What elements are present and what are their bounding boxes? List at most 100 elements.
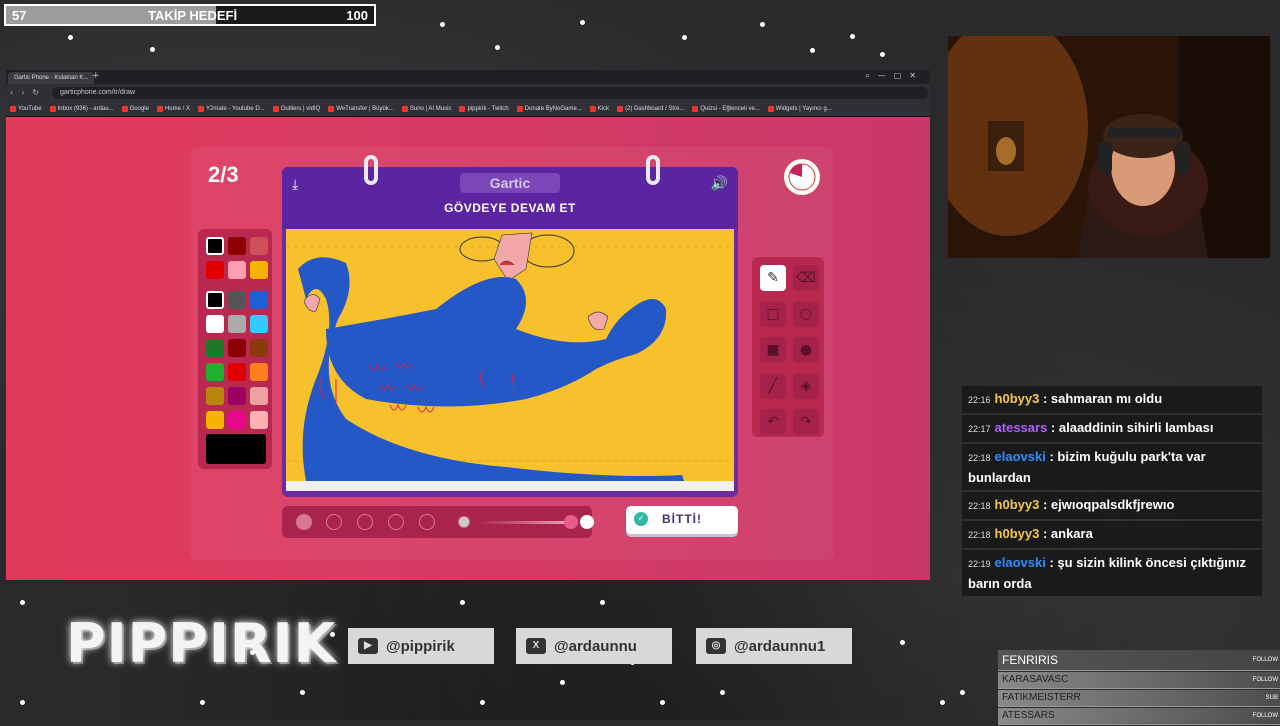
bookmark-item[interactable]: (2) Dashboard / Stre... (617, 106, 684, 112)
color-swatch[interactable] (206, 363, 224, 381)
bookmark-item[interactable]: Google (121, 106, 149, 112)
color-swatch[interactable] (206, 291, 224, 309)
color-swatch[interactable] (206, 339, 224, 357)
color-swatch[interactable] (206, 387, 224, 405)
bookmark-item[interactable]: Donate ByNoGame... (516, 106, 582, 112)
brush-size-2[interactable] (326, 514, 342, 530)
decoration-dot (495, 45, 500, 50)
drawing-canvas[interactable] (286, 229, 734, 491)
bookmark-item[interactable]: Widgets | Yayıncı g... (767, 106, 832, 112)
color-swatch[interactable] (228, 339, 246, 357)
color-swatch[interactable] (250, 411, 268, 429)
social-badge: ▶ @pippirik (348, 628, 494, 664)
color-swatch[interactable] (206, 237, 224, 255)
event-row: KARASAVASC FOLLOW (998, 672, 1280, 689)
brush-size-bar (282, 506, 594, 538)
color-swatch[interactable] (228, 315, 246, 333)
circle-filled-icon[interactable]: ● (793, 337, 819, 363)
color-swatch[interactable] (250, 261, 268, 279)
color-swatch[interactable] (206, 261, 224, 279)
chat-separator: : (1047, 420, 1059, 435)
bookmark-label: Kick (597, 106, 610, 112)
eraser-icon[interactable]: ⌫ (793, 265, 819, 291)
bookmark-item[interactable]: Home / X (156, 106, 190, 112)
color-swatch[interactable] (228, 291, 246, 309)
color-swatch[interactable] (206, 315, 224, 333)
bookmark-icon (401, 106, 408, 112)
bookmark-item[interactable]: Y2mate - Youtube D... (197, 106, 265, 112)
bookmark-item[interactable]: WeTransfer | Büyük... (328, 106, 394, 112)
brush-size-4[interactable] (388, 514, 404, 530)
chat-message: 22:18 h0byy3 : ankara (962, 521, 1262, 548)
undo-icon[interactable]: ↶ (760, 409, 786, 435)
pencil-icon[interactable]: ✎ (760, 265, 786, 291)
color-swatch[interactable] (250, 291, 268, 309)
bookmark-item[interactable]: Inbox (936) - ardau... (49, 106, 114, 112)
volume-icon[interactable]: 🔊 (711, 176, 728, 192)
bookmark-icon (272, 106, 279, 112)
line-icon[interactable]: ╱ (760, 373, 786, 399)
bookmark-item[interactable]: Quizsi - Eğlenceli ve... (692, 106, 760, 112)
download-icon[interactable]: ⤓ (292, 177, 298, 193)
done-button[interactable]: ✓ BİTTİ! (626, 506, 738, 534)
color-swatch[interactable] (228, 363, 246, 381)
social-badge: ◎ @ardaunnu1 (696, 628, 852, 664)
redo-icon[interactable]: ↷ (793, 409, 819, 435)
decoration-dot (460, 600, 465, 605)
chat-text: alaaddinin sihirli lambası (1058, 420, 1214, 435)
chat-text: sahmaran mı oldu (1050, 391, 1163, 406)
square-outline-icon[interactable]: □ (760, 301, 786, 327)
bookmark-item[interactable]: YouTube (10, 106, 42, 112)
opacity-handle[interactable] (564, 515, 578, 529)
window-controls[interactable]: ⌕—▢✕ (865, 71, 924, 81)
decoration-dot (810, 48, 815, 53)
fill-bucket-icon[interactable]: ◈ (793, 373, 819, 399)
circle-outline-icon[interactable]: ○ (793, 301, 819, 327)
color-swatch[interactable] (228, 237, 246, 255)
bookmark-item[interactable]: Outliers | vidIQ (272, 106, 320, 112)
bookmark-item[interactable]: Suno | AI Music (401, 106, 451, 112)
brush-size-5[interactable] (419, 514, 435, 530)
event-name: KARASAVASC (1002, 674, 1069, 685)
color-swatch[interactable] (250, 387, 268, 405)
color-swatch[interactable] (250, 237, 268, 255)
chat-time: 22:19 (968, 559, 991, 569)
opacity-slider[interactable] (476, 521, 572, 524)
color-swatch[interactable] (250, 339, 268, 357)
youtube-icon: ▶ (358, 638, 378, 654)
decoration-dot (940, 700, 945, 705)
chat-username: elaovski (994, 449, 1046, 464)
color-swatch[interactable] (250, 363, 268, 381)
goal-label: TAKİP HEDEFİ (148, 8, 238, 23)
square-filled-icon[interactable]: ■ (760, 337, 786, 363)
color-swatch[interactable] (228, 411, 246, 429)
bookmark-item[interactable]: pippirik - Twitch (459, 106, 509, 112)
color-palette (198, 229, 272, 469)
x-icon: X (526, 638, 546, 654)
brush-size-1[interactable] (296, 514, 312, 530)
bookmark-label: pippirik - Twitch (467, 106, 509, 112)
done-label: BİTTİ! (662, 512, 702, 526)
bookmark-icon (49, 106, 56, 112)
bookmark-label: YouTube (18, 106, 42, 112)
bookmark-icon (692, 106, 699, 112)
color-swatch[interactable] (250, 315, 268, 333)
color-swatch[interactable] (228, 261, 246, 279)
current-color-swatch (206, 434, 266, 464)
chat-time: 22:17 (968, 424, 991, 434)
chat-message: 22:17 atessars : alaaddinin sihirli lamba… (962, 415, 1262, 442)
decoration-dot (480, 700, 485, 705)
event-row: FENRIRIS FOLLOW (998, 650, 1280, 671)
chat-separator: : (1039, 526, 1051, 541)
webcam-feed (948, 36, 1270, 258)
color-swatch[interactable] (228, 387, 246, 405)
nav-buttons[interactable]: ‹›↻ (10, 88, 47, 97)
url-input[interactable]: garticphone.com/tr/draw (52, 87, 928, 99)
social-badge: X @ardaunnu (516, 628, 672, 664)
bookmark-icon (10, 106, 16, 112)
brush-size-3[interactable] (357, 514, 373, 530)
new-tab-icon[interactable]: + (92, 71, 100, 81)
bookmark-item[interactable]: Kick (589, 106, 610, 112)
color-swatch[interactable] (206, 411, 224, 429)
browser-tab[interactable]: Gartic Phone - Kulaktan K... (8, 72, 94, 84)
